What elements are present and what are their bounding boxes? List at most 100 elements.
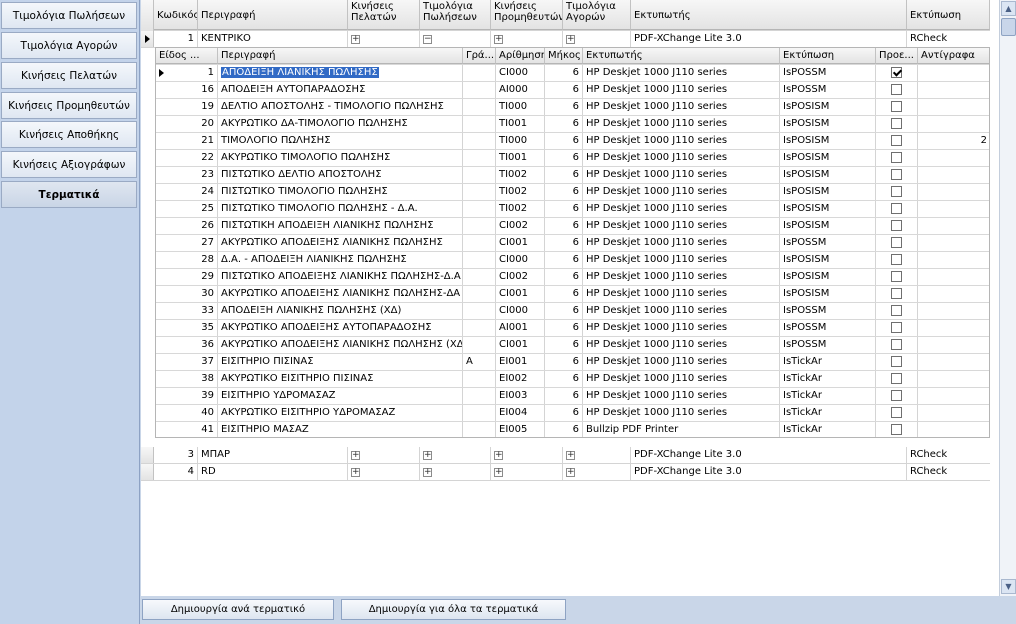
default-checkbox[interactable] (891, 373, 902, 384)
doc-letter[interactable] (463, 371, 496, 387)
terminal-printer[interactable]: PDF-XChange Lite 3.0 (631, 464, 907, 480)
doc-letter[interactable] (463, 405, 496, 421)
doc-print[interactable]: IsPOSSM (780, 320, 876, 336)
doc-copies[interactable] (918, 99, 989, 115)
doc-length[interactable]: 6 (545, 286, 583, 302)
doc-numbering[interactable]: AI000 (496, 82, 545, 98)
doc-default[interactable] (876, 252, 918, 268)
doc-letter[interactable] (463, 337, 496, 353)
terminal-printer[interactable]: PDF-XChange Lite 3.0 (631, 31, 907, 47)
doc-numbering[interactable]: TI002 (496, 184, 545, 200)
terminal-code[interactable]: 3 (154, 447, 198, 463)
doc-type[interactable]: 36 (156, 337, 218, 353)
doc-letter[interactable] (463, 184, 496, 200)
detail-col-header-4[interactable]: Μήκος (545, 48, 583, 64)
doc-default[interactable] (876, 371, 918, 387)
doc-description[interactable]: ΠΙΣΤΩΤΙΚΟ ΤΙΜΟΛΟΓΙΟ ΠΩΛΗΣΗΣ - Δ.Α. (218, 201, 463, 217)
doc-default[interactable] (876, 133, 918, 149)
outer-col-header-4[interactable]: Κινήσεις Προμηθευτών (491, 0, 563, 30)
outer-col-header-2[interactable]: Κινήσεις Πελατών (348, 0, 420, 30)
document-row[interactable]: 41 ΕΙΣΙΤΗΡΙΟ ΜΑΣΑΖ EI005 6 Bullzip PDF Print… (156, 422, 989, 437)
create-all-terminals-button[interactable]: Δημιουργία για όλα τα τερματικά (341, 599, 566, 620)
terminal-description[interactable]: RD (198, 464, 348, 480)
doc-print[interactable]: IsTickAr (780, 405, 876, 421)
doc-letter[interactable] (463, 116, 496, 132)
doc-print[interactable]: IsTickAr (780, 371, 876, 387)
doc-length[interactable]: 6 (545, 252, 583, 268)
doc-description[interactable]: Δ.Α. - ΑΠΟΔΕΙΞΗ ΛΙΑΝΙΚΗΣ ΠΩΛΗΣΗΣ (218, 252, 463, 268)
doc-length[interactable]: 6 (545, 337, 583, 353)
doc-default[interactable] (876, 150, 918, 166)
document-row[interactable]: 39 ΕΙΣΙΤΗΡΙΟ ΥΔΡΟΜΑΣΑΖ EI003 6 HP Deskjet 10… (156, 388, 989, 405)
document-row[interactable]: 29 ΠΙΣΤΩΤΙΚΟ ΑΠΟΔΕΙΞΗΣ ΛΙΑΝΙΚΗΣ ΠΩΛΗΣΗΣ-Δ… (156, 269, 989, 286)
row-indicator[interactable] (141, 31, 154, 47)
doc-type[interactable]: 26 (156, 218, 218, 234)
document-row[interactable]: 21 ΤΙΜΟΛΟΓΙΟ ΠΩΛΗΣΗΣ TI000 6 HP Deskjet 1000… (156, 133, 989, 150)
doc-print[interactable]: IsPOSISM (780, 116, 876, 132)
doc-default[interactable] (876, 201, 918, 217)
doc-copies[interactable] (918, 65, 989, 81)
default-checkbox[interactable] (891, 356, 902, 367)
default-checkbox[interactable] (891, 84, 902, 95)
terminal-row[interactable]: 3 ΜΠΑΡ + + + + PDF-XChange Lite 3.0 RCheck (141, 447, 990, 464)
detail-col-header-0[interactable]: Είδος ... (156, 48, 218, 64)
doc-print[interactable]: IsPOSISM (780, 201, 876, 217)
doc-letter[interactable] (463, 201, 496, 217)
doc-printer[interactable]: HP Deskjet 1000 J110 series (583, 388, 780, 404)
document-row[interactable]: 36 ΑΚΥΡΩΤΙΚΟ ΑΠΟΔΕΙΞΗΣ ΛΙΑΝΙΚΗΣ ΠΩΛΗΣΗΣ (… (156, 337, 989, 354)
doc-printer[interactable]: HP Deskjet 1000 J110 series (583, 286, 780, 302)
doc-letter[interactable] (463, 218, 496, 234)
doc-copies[interactable] (918, 167, 989, 183)
doc-printer[interactable]: HP Deskjet 1000 J110 series (583, 303, 780, 319)
doc-letter[interactable] (463, 252, 496, 268)
default-checkbox[interactable] (891, 424, 902, 435)
doc-copies[interactable]: 2 (918, 133, 989, 149)
doc-description[interactable]: ΕΙΣΙΤΗΡΙΟ ΠΙΣΙΝΑΣ (218, 354, 463, 370)
doc-copies[interactable] (918, 82, 989, 98)
outer-col-header-6[interactable]: Εκτυπωτής (631, 0, 907, 30)
doc-default[interactable] (876, 422, 918, 437)
doc-length[interactable]: 6 (545, 371, 583, 387)
doc-description[interactable]: ΠΙΣΤΩΤΙΚΟ ΤΙΜΟΛΟΓΙΟ ΠΩΛΗΣΗΣ (218, 184, 463, 200)
doc-print[interactable]: IsTickAr (780, 422, 876, 437)
doc-numbering[interactable]: TI001 (496, 150, 545, 166)
doc-description[interactable]: ΠΙΣΤΩΤΙΚΟ ΔΕΛΤΙΟ ΑΠΟΣΤΟΛΗΣ (218, 167, 463, 183)
document-row[interactable]: 1 ΑΠΟΔΕΙΞΗ ΛΙΑΝΙΚΗΣ ΠΩΛΗΣΗΣ CI000 6 HP Deskj… (156, 65, 989, 82)
scroll-up-icon[interactable]: ▲ (1001, 1, 1016, 16)
doc-length[interactable]: 6 (545, 388, 583, 404)
doc-length[interactable]: 6 (545, 218, 583, 234)
doc-type[interactable]: 29 (156, 269, 218, 285)
doc-letter[interactable] (463, 269, 496, 285)
doc-numbering[interactable]: CI002 (496, 218, 545, 234)
default-checkbox[interactable] (891, 220, 902, 231)
doc-default[interactable] (876, 65, 918, 81)
doc-printer[interactable]: HP Deskjet 1000 J110 series (583, 320, 780, 336)
doc-description[interactable]: ΑΚΥΡΩΤΙΚΟ ΕΙΣΙΤΗΡΙΟ ΥΔΡΟΜΑΣΑΖ (218, 405, 463, 421)
default-checkbox[interactable] (891, 390, 902, 401)
document-row[interactable]: 38 ΑΚΥΡΩΤΙΚΟ ΕΙΣΙΤΗΡΙΟ ΠΙΣΙΝΑΣ EI002 6 HP De… (156, 371, 989, 388)
document-row[interactable]: 35 ΑΚΥΡΩΤΙΚΟ ΑΠΟΔΕΙΞΗΣ ΑΥΤΟΠΑΡΑΔΟΣΗΣ AI001… (156, 320, 989, 337)
document-row[interactable]: 30 ΑΚΥΡΩΤΙΚΟ ΑΠΟΔΕΙΞΗΣ ΛΙΑΝΙΚΗΣ ΠΩΛΗΣΗΣ-Δ… (156, 286, 989, 303)
doc-numbering[interactable]: CI000 (496, 65, 545, 81)
sidebar-item-6[interactable]: Τερματικά (1, 181, 137, 208)
row-indicator[interactable] (141, 464, 154, 480)
doc-printer[interactable]: HP Deskjet 1000 J110 series (583, 405, 780, 421)
sidebar-item-2[interactable]: Κινήσεις Πελατών (1, 62, 137, 89)
doc-print[interactable]: IsPOSISM (780, 252, 876, 268)
doc-letter[interactable] (463, 133, 496, 149)
expand-icon[interactable]: + (566, 468, 575, 477)
doc-printer[interactable]: HP Deskjet 1000 J110 series (583, 184, 780, 200)
doc-type[interactable]: 27 (156, 235, 218, 251)
sidebar-item-3[interactable]: Κινήσεις Προμηθευτών (1, 92, 137, 119)
doc-printer[interactable]: HP Deskjet 1000 J110 series (583, 133, 780, 149)
terminal-row[interactable]: 4 RD + + + + PDF-XChange Lite 3.0 RCheck (141, 464, 990, 481)
doc-length[interactable]: 6 (545, 354, 583, 370)
doc-print[interactable]: IsTickAr (780, 354, 876, 370)
doc-copies[interactable] (918, 320, 989, 336)
default-checkbox[interactable] (891, 101, 902, 112)
doc-description[interactable]: ΑΚΥΡΩΤΙΚΟ ΕΙΣΙΤΗΡΙΟ ΠΙΣΙΝΑΣ (218, 371, 463, 387)
doc-length[interactable]: 6 (545, 99, 583, 115)
doc-length[interactable]: 6 (545, 422, 583, 437)
doc-letter[interactable] (463, 150, 496, 166)
default-checkbox[interactable] (891, 203, 902, 214)
